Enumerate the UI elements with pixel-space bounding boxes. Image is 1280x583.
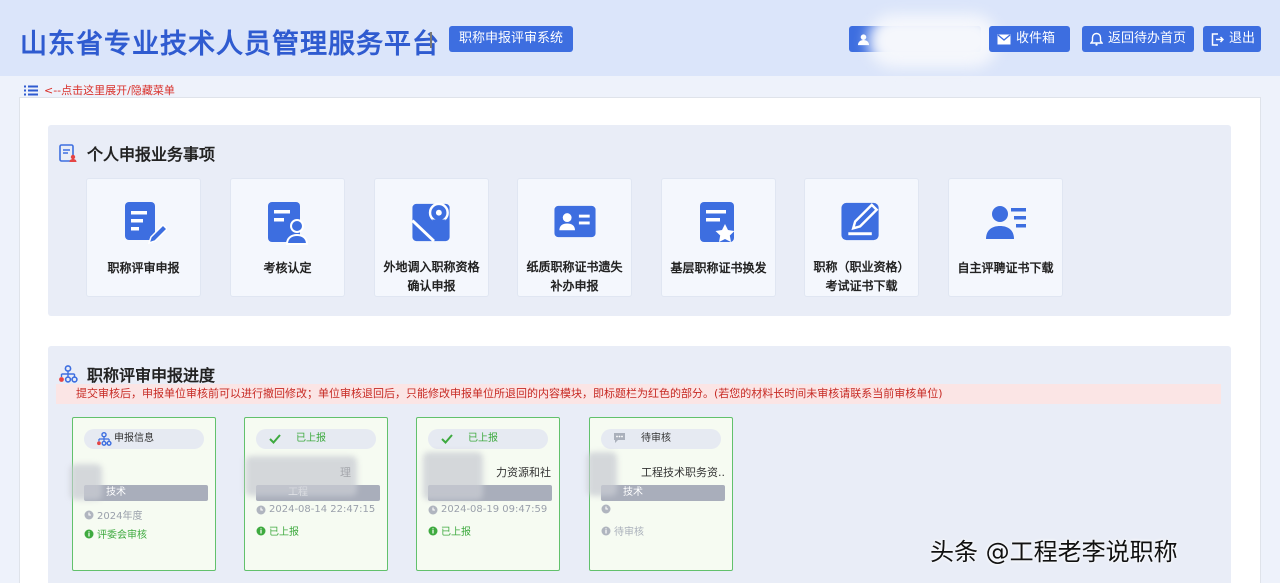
header-bar: 山东省专业技术人员管理服务平台 职称申报评审系统 收件箱 返回待办首页 退出 (0, 0, 1280, 76)
card-date-row: 2024-08-14 22:47:15 (256, 504, 375, 515)
card-date-row: 2024-08-19 09:47:59 (428, 504, 547, 515)
tile-label: 外地调入职称资格确认申报 (383, 260, 480, 293)
stage-pill: 已上报 (428, 429, 548, 449)
platform-title: 山东省专业技术人员管理服务平台 (20, 29, 440, 60)
redacted-info (423, 452, 483, 500)
stage-pill: 已上报 (256, 429, 376, 449)
user-list-icon (985, 206, 1026, 239)
org-chart-icon (59, 365, 78, 383)
bell-icon (1090, 32, 1103, 46)
tile-self-hire-certificate-download[interactable]: 自主评聘证书下载 (948, 178, 1063, 297)
map-pin-icon (410, 202, 450, 243)
stage-label: 待审核 (641, 433, 671, 444)
logout-label: 退出 (1229, 31, 1256, 46)
tile-label: 职称（职业资格）考试证书下载 (813, 260, 910, 293)
card-category: 技术 (84, 485, 208, 501)
stage-pill: 待审核 (601, 429, 721, 449)
tile-title-review-apply[interactable]: 职称评审申报 (86, 178, 201, 297)
list-icon (24, 85, 38, 95)
system-badge[interactable]: 职称申报评审系统 (449, 26, 574, 52)
pen-edit-icon (840, 202, 879, 241)
mail-icon (997, 34, 1011, 44)
tile-basic-certificate-exchange[interactable]: 基层职称证书换发 (661, 178, 776, 297)
info-icon (428, 526, 438, 535)
tile-assessment[interactable]: 考核认定 (230, 178, 345, 297)
info-icon (84, 529, 94, 538)
stage-label: 已上报 (468, 433, 498, 444)
comment-icon (614, 433, 625, 443)
info-icon (601, 526, 611, 535)
review-notice: 提交审核后，申报单位审核前可以进行撤回修改；单位审核退回后，只能修改申报单位所退… (56, 384, 1221, 404)
progress-card[interactable]: 已上报 理 工程 2024-08-14 22:47:15 已上报 (244, 417, 388, 571)
clock-icon (601, 504, 611, 514)
certificate-star-icon (699, 202, 734, 242)
title-divider (430, 32, 432, 48)
menu-toggle-label: <--点击这里展开/隐藏菜单 (44, 84, 175, 97)
inbox-label: 收件箱 (1016, 31, 1056, 46)
progress-card[interactable]: 待审核 工程技术职务资... 技术 待审核 (587, 417, 733, 571)
logout-button[interactable]: 退出 (1203, 26, 1261, 52)
card-date: 2024-08-14 22:47:15 (269, 504, 376, 515)
clock-icon (428, 505, 438, 514)
redacted-username (868, 14, 998, 68)
redacted-info (70, 464, 102, 500)
id-card-icon (553, 205, 596, 238)
redacted-info (587, 452, 617, 496)
tile-lost-certificate[interactable]: 纸质职称证书遗失补办申报 (517, 178, 632, 297)
form-edit-icon (124, 202, 167, 245)
card-status-row: 已上报 (428, 523, 471, 538)
card-status: 评委会审核 (97, 530, 147, 541)
card-status: 已上报 (441, 527, 471, 538)
info-icon (256, 526, 266, 535)
check-icon (269, 434, 281, 444)
check-icon (441, 434, 453, 444)
menu-toggle[interactable]: <--点击这里展开/隐藏菜单 (24, 82, 175, 98)
card-status: 待审核 (614, 527, 644, 538)
card-status-row: 已上报 (256, 523, 299, 538)
logout-icon (1211, 32, 1224, 46)
card-status: 已上报 (269, 527, 299, 538)
clock-icon (256, 505, 266, 514)
progress-card[interactable]: 已上报 力资源和社... 2024-08-19 09:47:59 已上报 (416, 417, 560, 571)
tile-label: 纸质职称证书遗失补办申报 (526, 260, 623, 293)
tile-label: 考核认定 (263, 261, 312, 275)
clock-icon (84, 510, 94, 519)
card-category: 技术 (601, 485, 725, 501)
business-section-title: 个人申报业务事项 (58, 141, 215, 165)
progress-title-text: 职称评审申报进度 (87, 366, 216, 385)
tile-label: 自主评聘证书下载 (957, 261, 1054, 275)
card-date: 2024年度 (97, 511, 143, 522)
tile-transfer-confirm[interactable]: 外地调入职称资格确认申报 (374, 178, 489, 297)
tile-label: 职称评审申报 (107, 261, 180, 275)
tile-exam-certificate-download[interactable]: 职称（职业资格）考试证书下载 (804, 178, 919, 297)
business-doc-icon (59, 144, 77, 162)
business-title-text: 个人申报业务事项 (87, 145, 216, 164)
card-date: 2024-08-19 09:47:59 (441, 504, 548, 515)
card-status-row: 待审核 (601, 523, 644, 538)
card-date-row (601, 504, 614, 514)
card-title: 工程技术职务资... (641, 466, 725, 479)
stage-label: 已上报 (296, 433, 326, 444)
progress-section-title: 职称评审申报进度 (58, 362, 215, 386)
progress-card[interactable]: 申报信息 技术 2024年度 评委会审核 (70, 417, 216, 571)
watermark: 头条 @工程老李说职称 (930, 538, 1178, 566)
user-document-icon (267, 202, 308, 245)
inbox-button[interactable]: 收件箱 (989, 26, 1070, 52)
return-home-button[interactable]: 返回待办首页 (1082, 26, 1194, 52)
stage-pill: 申报信息 (84, 429, 204, 449)
stage-label: 申报信息 (114, 433, 154, 444)
org-chart-icon (97, 432, 112, 446)
card-status-row: 评委会审核 (84, 526, 147, 541)
home-label: 返回待办首页 (1108, 31, 1187, 46)
tile-label: 基层职称证书换发 (670, 261, 767, 275)
redacted-info (245, 456, 357, 496)
card-date-row: 2024年度 (84, 507, 142, 522)
